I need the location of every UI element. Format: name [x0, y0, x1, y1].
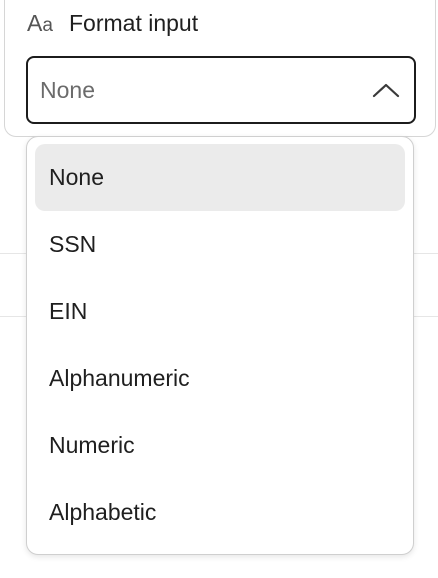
section-title: Format input [69, 9, 199, 36]
option-none[interactable]: None [35, 144, 405, 211]
format-select-value: None [40, 76, 95, 103]
format-input-page: Aa Format input None None SSN EIN Alphan… [0, 0, 438, 578]
chevron-up-icon[interactable] [372, 81, 400, 99]
option-numeric[interactable]: Numeric [35, 412, 405, 479]
format-dropdown-menu: None SSN EIN Alphanumeric Numeric Alphab… [26, 136, 414, 555]
text-format-icon: Aa [27, 9, 53, 36]
option-alphabetic[interactable]: Alphabetic [35, 479, 405, 546]
format-select[interactable]: None [26, 56, 416, 124]
option-ssn[interactable]: SSN [35, 211, 405, 278]
option-ein[interactable]: EIN [35, 278, 405, 345]
option-alphanumeric[interactable]: Alphanumeric [35, 345, 405, 412]
format-input-header: Aa Format input [27, 8, 198, 38]
